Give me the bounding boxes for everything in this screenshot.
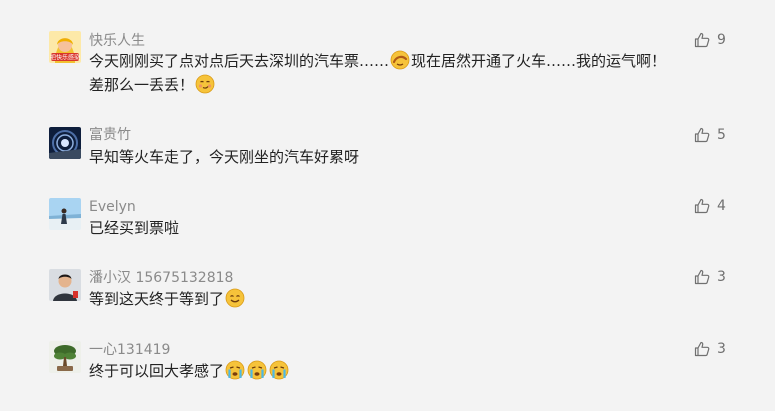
- thumbs-up-icon: [694, 32, 717, 48]
- avatar[interactable]: 把快乐感染: [49, 31, 81, 63]
- comment-username[interactable]: Evelyn: [89, 198, 136, 216]
- like-count: 5: [717, 127, 726, 143]
- comment-username[interactable]: 潘小汉 15675132818: [89, 269, 233, 287]
- comment-username[interactable]: 富贵竹: [89, 126, 131, 144]
- like-count: 9: [717, 32, 726, 48]
- crying-emoji: [225, 360, 245, 380]
- avatar[interactable]: [49, 269, 81, 301]
- comment-text-part: 今天刚刚买了点对点后天去深圳的汽车票……: [89, 52, 390, 70]
- like-button[interactable]: 5: [694, 127, 726, 143]
- comment-text: 早知等火车走了，今天刚坐的汽车好累呀: [89, 148, 360, 166]
- like-count: 4: [717, 198, 726, 214]
- like-button[interactable]: 4: [694, 198, 726, 214]
- avatar-badge-text: 把快乐感染: [50, 54, 80, 62]
- comment-text: 今天刚刚买了点对点后天去深圳的汽车票…… 现在居然开通了火车……我的运气啊！: [89, 50, 666, 72]
- comment-text: 差那么一丢丢！: [89, 74, 216, 96]
- comment-username[interactable]: 一心131419: [89, 341, 170, 359]
- crying-emoji: [247, 360, 267, 380]
- smirk-emoji: [195, 74, 215, 94]
- like-button[interactable]: 3: [694, 269, 726, 285]
- avatar[interactable]: [49, 127, 81, 159]
- comment-text-part: 等到这天终于等到了: [89, 290, 225, 308]
- comment-text: 等到这天终于等到了: [89, 288, 246, 310]
- comment-text-part: 差那么一丢丢！: [89, 76, 195, 94]
- thumbs-up-icon: [694, 127, 717, 143]
- avatar[interactable]: [49, 341, 81, 373]
- thumbs-up-icon: [694, 198, 717, 214]
- thumbs-up-icon: [694, 341, 717, 357]
- facepalm-emoji: [390, 50, 410, 70]
- like-count: 3: [717, 269, 726, 285]
- like-button[interactable]: 9: [694, 32, 726, 48]
- like-button[interactable]: 3: [694, 341, 726, 357]
- smile-emoji: [225, 288, 245, 308]
- like-count: 3: [717, 341, 726, 357]
- comment-text: 已经买到票啦: [89, 219, 180, 237]
- avatar[interactable]: [49, 198, 81, 230]
- thumbs-up-icon: [694, 269, 717, 285]
- crying-emoji: [269, 360, 289, 380]
- comment-text-part: 现在居然开通了火车……我的运气啊！: [411, 52, 667, 70]
- comment-text-part: 终于可以回大孝感了: [89, 362, 225, 380]
- comment-list: 把快乐感染 快乐人生 今天刚刚买了点对点后天去深圳的汽车票…… 现在居然开通了火车…: [0, 0, 775, 411]
- comment-username[interactable]: 快乐人生: [89, 32, 145, 50]
- comment-text: 终于可以回大孝感了: [89, 360, 290, 382]
